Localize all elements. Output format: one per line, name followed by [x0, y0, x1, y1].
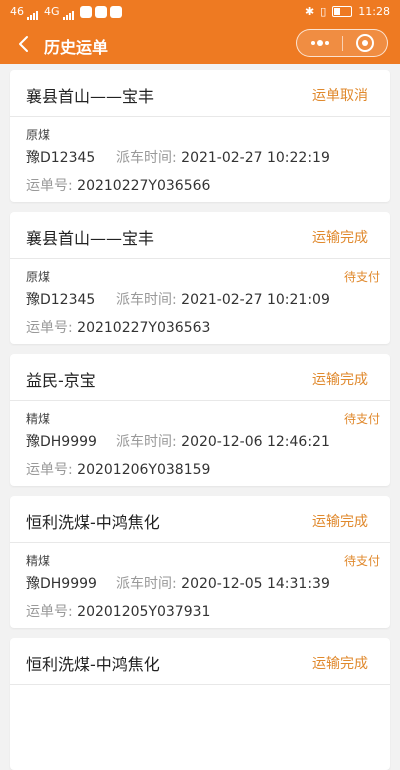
- bluetooth-icon: ✱: [305, 5, 315, 18]
- goods-type: 精煤: [26, 554, 51, 568]
- order-status: 运输完成: [312, 230, 368, 246]
- dispatch-time: 派车时间: 2021-02-27 10:22:19: [116, 147, 330, 167]
- status-bar-right: ✱ ▯ 11:28: [305, 5, 390, 18]
- waybill-number: 运单号: 20210227Y036563: [26, 317, 210, 337]
- order-route: 襄县首山——宝丰: [26, 87, 155, 106]
- goods-type: 精煤: [26, 412, 51, 426]
- signal-icon-2: [62, 7, 77, 20]
- plate-number: 豫D12345: [26, 150, 96, 166]
- dispatch-time-label: 派车时间:: [116, 576, 177, 592]
- waybill-value: 20201205Y037931: [77, 604, 211, 620]
- payment-status: 待支付: [343, 270, 380, 284]
- close-mini-program-button[interactable]: [343, 30, 388, 56]
- nav-bar: 历史运单: [0, 24, 400, 64]
- order-card-header: 恒利洗煤-中鸿焦化 运输完成: [10, 496, 390, 543]
- target-icon-dot: [362, 40, 368, 46]
- status-bar-left: 46 4G: [10, 5, 122, 20]
- waybill-value: 20210227Y036563: [77, 320, 211, 336]
- more-menu-button[interactable]: [297, 30, 342, 56]
- clock: 11:28: [358, 5, 390, 18]
- dispatch-time: 派车时间: 2020-12-06 12:46:21: [116, 431, 330, 451]
- mini-program-capsule: [296, 29, 388, 57]
- chevron-left-icon: [19, 36, 28, 52]
- carrier-label: 46: [10, 5, 24, 18]
- dispatch-time-label: 派车时间:: [116, 150, 177, 166]
- waybill-label: 运单号:: [26, 178, 73, 194]
- dispatch-time: 派车时间: 2021-02-27 10:21:09: [116, 289, 330, 309]
- dispatch-time: 派车时间: 2020-12-05 14:31:39: [116, 573, 330, 593]
- order-card-header: 恒利洗煤-中鸿焦化 运输完成: [10, 638, 390, 685]
- notification-app-icon: [79, 5, 92, 18]
- dispatch-time-value: 2021-02-27 10:22:19: [181, 150, 330, 166]
- payment-status: 待支付: [343, 554, 380, 568]
- order-card[interactable]: 益民-京宝 运输完成 精煤 待支付 豫DH9999 派车时间: 2020-12-…: [10, 354, 390, 486]
- payment-status: 待支付: [343, 412, 380, 426]
- status-bar: 46 4G ✱ ▯ 11:28: [0, 0, 400, 24]
- more-dots-icon: [311, 41, 315, 45]
- order-status: 运输完成: [312, 514, 368, 530]
- plate-number: 豫DH9999: [26, 434, 97, 450]
- order-route: 襄县首山——宝丰: [26, 229, 155, 248]
- dispatch-time-label: 派车时间:: [116, 434, 177, 450]
- dispatch-time-value: 2020-12-06 12:46:21: [181, 434, 330, 450]
- plate-number: 豫DH9999: [26, 576, 97, 592]
- network-type-label: 4G: [44, 5, 60, 18]
- notification-app-icon: [109, 5, 122, 18]
- waybill-value: 20210227Y036566: [77, 178, 211, 194]
- dispatch-time-label: 派车时间:: [116, 292, 177, 308]
- notification-app-icon: [94, 5, 107, 18]
- waybill-number: 运单号: 20210227Y036566: [26, 175, 210, 195]
- dispatch-time-value: 2020-12-05 14:31:39: [181, 576, 330, 592]
- waybill-value: 20201206Y038159: [77, 462, 211, 478]
- order-status: 运输完成: [312, 656, 368, 672]
- order-card[interactable]: 襄县首山——宝丰 运单取消 原煤 豫D12345 派车时间: 2021-02-2…: [10, 70, 390, 202]
- dispatch-time-value: 2021-02-27 10:21:09: [181, 292, 330, 308]
- order-card-header: 襄县首山——宝丰 运单取消: [10, 70, 390, 117]
- order-card[interactable]: 襄县首山——宝丰 运输完成 原煤 待支付 豫D12345 派车时间: 2021-…: [10, 212, 390, 344]
- more-dots-icon: [325, 41, 329, 45]
- plate-number: 豫D12345: [26, 292, 96, 308]
- order-card[interactable]: 恒利洗煤-中鸿焦化 运输完成: [10, 638, 390, 770]
- page-title: 历史运单: [44, 38, 109, 57]
- waybill-number: 运单号: 20201205Y037931: [26, 601, 210, 621]
- order-status: 运输完成: [312, 372, 368, 388]
- waybill-label: 运单号:: [26, 604, 73, 620]
- goods-type: 原煤: [26, 128, 51, 142]
- order-card-header: 襄县首山——宝丰 运输完成: [10, 212, 390, 259]
- order-route: 益民-京宝: [26, 371, 96, 390]
- signal-icon: [27, 7, 41, 20]
- order-status: 运单取消: [312, 88, 368, 104]
- waybill-label: 运单号:: [26, 320, 73, 336]
- back-button[interactable]: [10, 30, 38, 58]
- vibrate-icon: ▯: [320, 5, 327, 18]
- waybill-label: 运单号:: [26, 462, 73, 478]
- order-card-header: 益民-京宝 运输完成: [10, 354, 390, 401]
- waybill-number: 运单号: 20201206Y038159: [26, 459, 210, 479]
- order-card[interactable]: 恒利洗煤-中鸿焦化 运输完成 精煤 待支付 豫DH9999 派车时间: 2020…: [10, 496, 390, 628]
- goods-type: 原煤: [26, 270, 51, 284]
- order-route: 恒利洗煤-中鸿焦化: [26, 655, 160, 674]
- order-route: 恒利洗煤-中鸿焦化: [26, 513, 160, 532]
- more-dots-icon: [317, 40, 323, 46]
- battery-icon: [332, 6, 353, 17]
